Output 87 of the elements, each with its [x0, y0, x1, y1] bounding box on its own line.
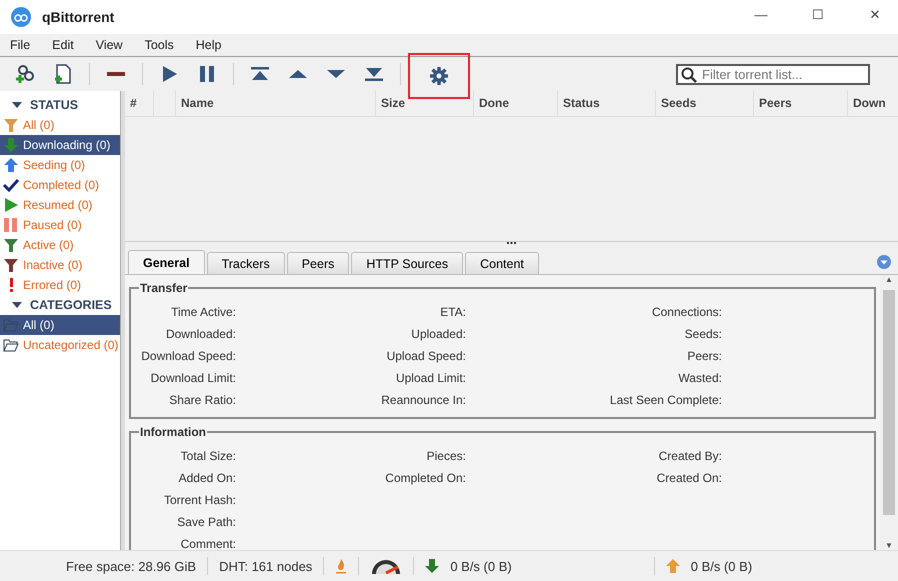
funnel-icon [3, 258, 19, 272]
tab[interactable]: Peers [286, 252, 350, 274]
scrollbar-thumb[interactable] [883, 290, 895, 515]
field-label: Downloaded: [164, 327, 236, 341]
check-icon [3, 178, 19, 192]
speedometer-icon [370, 557, 402, 575]
field-label: Total Size: [180, 449, 236, 463]
download-speed-text: 0 B/s (0 B) [450, 558, 512, 574]
menu-item[interactable]: View [88, 38, 131, 52]
down-arrow-icon [3, 138, 19, 152]
field-label: Reannounce In: [380, 393, 466, 407]
search-icon [681, 66, 697, 82]
up-arrow-icon [3, 158, 19, 172]
chevron-down-icon[interactable] [877, 254, 891, 268]
tab[interactable]: General [128, 250, 205, 274]
link-add-icon [14, 63, 36, 85]
menu-item[interactable]: Help [188, 38, 230, 52]
scroll-down-arrow[interactable]: ▼ [885, 541, 893, 550]
field-label: Wasted: [677, 371, 722, 385]
column-header[interactable]: Down [848, 91, 898, 116]
download-arrow-icon [425, 558, 440, 574]
field-label: Seeds: [684, 327, 722, 341]
upload-arrow-icon [666, 558, 680, 574]
column-header[interactable]: Name [176, 91, 376, 116]
column-header[interactable]: Size [376, 91, 474, 116]
pause-icon [3, 218, 19, 232]
field-label: Download Limit: [150, 371, 236, 385]
field-label: Created On: [656, 471, 722, 485]
search-field[interactable]: Filter torrent list... [676, 64, 870, 84]
tab[interactable]: Trackers [206, 252, 285, 274]
folder-icon [3, 318, 19, 332]
free-space-text: Free space: 28.96 GiB [66, 558, 196, 574]
field-label: Save Path: [176, 515, 236, 529]
column-header[interactable]: Seeds [656, 91, 754, 116]
field-label: Share Ratio: [168, 393, 236, 407]
sidebar-item[interactable]: Downloading (0) [0, 135, 120, 155]
field-label: Created By: [658, 449, 722, 463]
column-header[interactable]: # [125, 91, 154, 116]
file-add-icon [52, 63, 74, 85]
app-logo-icon [11, 7, 31, 27]
splitter-handle-icon[interactable] [507, 242, 516, 245]
field-label: Time Active: [170, 305, 236, 319]
exclamation-icon [10, 278, 12, 292]
section-heading: STATUS [30, 98, 78, 112]
play-icon [3, 198, 19, 212]
field-label: Last Seen Complete: [608, 393, 722, 407]
collapse-triangle-icon[interactable] [12, 302, 22, 308]
down-triangle-icon [327, 70, 345, 78]
field-label: Download Speed: [140, 349, 236, 363]
minus-icon [107, 72, 125, 76]
field-label: Connections: [650, 305, 722, 319]
flame-icon [335, 558, 348, 574]
section-heading: CATEGORIES [30, 298, 112, 312]
tab[interactable]: Content [465, 252, 539, 274]
close-button[interactable]: ✕ [852, 0, 898, 28]
field-label: Added On: [178, 471, 236, 485]
menu-item[interactable]: Edit [44, 38, 82, 52]
menu-item[interactable]: Tools [136, 38, 182, 52]
field-label: Pieces: [426, 449, 466, 463]
field-label: Upload Limit: [394, 371, 466, 385]
dht-text: DHT: 161 nodes [219, 558, 312, 574]
settings-icon [428, 65, 450, 87]
field-label: Peers: [686, 349, 722, 363]
scroll-up-arrow[interactable]: ▲ [885, 275, 893, 284]
funnel-icon [3, 118, 19, 132]
field-label: Torrent Hash: [162, 493, 236, 507]
sidebar-item[interactable]: All (0) [0, 315, 120, 335]
tab[interactable]: HTTP Sources [351, 252, 464, 274]
up-triangle-icon [289, 70, 307, 78]
minimize-button[interactable]: — [738, 0, 784, 28]
column-header[interactable]: Peers [754, 91, 848, 116]
upload-speed-text: 0 B/s (0 B) [690, 558, 752, 574]
funnel-icon [3, 238, 19, 252]
group-title: Information [139, 425, 207, 439]
menu-item[interactable]: File [2, 38, 38, 52]
maximize-button[interactable]: ☐ [795, 0, 841, 28]
group-title: Transfer [139, 281, 188, 295]
window-title: qBittorrent [42, 9, 114, 25]
field-label: Comment: [180, 537, 236, 550]
field-label: Completed On: [384, 471, 466, 485]
field-label: ETA: [439, 305, 466, 319]
field-label: Uploaded: [410, 327, 466, 341]
column-header[interactable]: Done [474, 91, 558, 116]
column-header[interactable]: Status [558, 91, 656, 116]
folder-icon [3, 338, 19, 352]
collapse-triangle-icon[interactable] [12, 102, 22, 108]
field-label: Upload Speed: [386, 349, 466, 363]
